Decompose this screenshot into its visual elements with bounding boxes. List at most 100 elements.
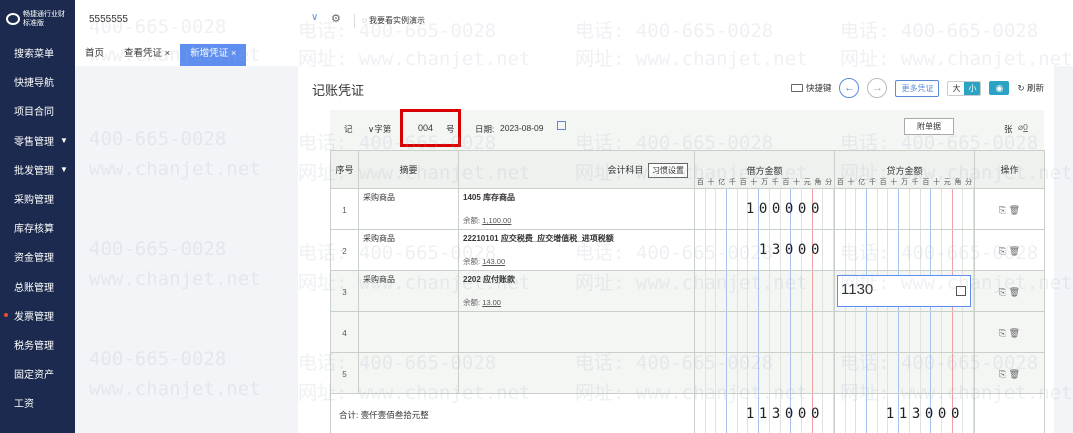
delete-icon[interactable]: 🗑 [1009,205,1020,215]
company-name[interactable]: 5555555 [89,14,128,25]
tab-home[interactable]: 首页 [75,44,114,66]
sidebar-item-funds[interactable]: 资金管理 [0,242,75,271]
voucher-number-input[interactable]: 004 [418,123,433,133]
tab-bar: 首页 查看凭证 × 新增凭证 × [75,42,1073,66]
attachment-count-value: 0 [1023,122,1028,132]
account-balance: 余额: 1,100.00 [463,216,512,225]
row-debit[interactable] [694,270,835,312]
sidebar-item-retail[interactable]: 零售管理 ▼ [0,126,75,155]
row-summary[interactable]: 采购商品 [358,229,459,271]
attachment-button[interactable]: 附单据 [904,118,954,135]
table-row: 3 采购商品 2202 应付账款 余额: 13.00 1130 ⎘ 🗑 [330,270,1045,312]
copy-icon[interactable]: ⎘ [999,369,1006,379]
table-row: 2 采购商品 22210101 应交税费_应交增值税_进项税额 余额: 143.0… [330,229,1045,271]
sidebar-item-label: 零售管理 [14,136,54,148]
row-credit[interactable] [834,188,975,230]
settings-icon[interactable]: ⚙ [331,12,341,25]
tab-view-voucher[interactable]: 查看凭证 × [114,44,180,66]
sidebar-item-label: 资金管理 [14,253,54,265]
voucher-meta: 记 ∨字第 004 号 日期: 2023-08-09 附单据 张 ⌀0 [330,109,1044,150]
row-ops: ⎘ 🗑 [974,270,1045,312]
row-seq: 1 [330,188,359,230]
row-credit[interactable]: 1130 [834,270,975,312]
col-ops: 操作 [974,150,1045,189]
sidebar-item-payroll[interactable]: 工资 [0,388,75,417]
row-credit[interactable] [834,229,975,271]
row-credit[interactable] [834,352,975,394]
table-row: 5 ⎘ 🗑 [330,352,1045,394]
sidebar-item-wholesale[interactable]: 批发管理 ▼ [0,155,75,184]
row-debit[interactable] [694,352,835,394]
refresh-button[interactable]: ↻ 刷新 [1017,82,1044,94]
row-account[interactable]: 1405 库存商品 余额: 1,100.00 [458,188,695,230]
next-voucher-button[interactable]: → [867,78,888,98]
total-ops [974,393,1045,433]
col-account-label: 会计科目 [607,165,644,175]
row-account[interactable]: 2202 应付账款 余额: 13.00 [458,270,695,312]
sidebar-item-project-contract[interactable]: 项目合同 [0,96,75,125]
sidebar-item-tax[interactable]: 税务管理 [0,330,75,359]
delete-icon[interactable]: 🗑 [1009,246,1020,256]
account-balance: 余额: 13.00 [463,298,501,307]
eye-icon[interactable]: ◉ [989,81,1010,95]
sidebar-item-ledger[interactable]: 总账管理 [0,272,75,301]
attachment-count[interactable]: ⌀0 [1018,122,1028,133]
row-debit[interactable] [694,311,835,353]
row-ops: ⎘ 🗑 [974,311,1045,353]
date-input[interactable]: 2023-08-09 [500,123,543,133]
more-vouchers-button[interactable]: 更多凭证 [895,79,940,97]
delete-icon[interactable]: 🗑 [1009,369,1020,379]
sidebar-item-label: 批发管理 [14,165,54,177]
habit-settings-button[interactable]: 习惯设置 [648,163,688,178]
demo-link[interactable]: ◌ 我要看实例演示 [362,15,425,26]
size-big-option[interactable]: 大 [948,82,964,95]
voucher-word-select[interactable]: ∨字第 [368,123,391,135]
row-debit[interactable]: 13000 [694,229,835,271]
watermark: www.chanjet.net [89,158,261,180]
app-logo: 畅捷通行业财 标准版 [0,0,75,38]
row-summary[interactable] [358,352,459,394]
row-debit[interactable]: 100000 [694,188,835,230]
delete-icon[interactable]: 🗑 [1009,287,1020,297]
delete-icon[interactable]: 🗑 [1009,328,1020,338]
copy-icon[interactable]: ⎘ [999,328,1006,338]
credit-amount-input[interactable]: 1130 [837,275,971,307]
voucher-table: 序号 摘要 会计科目 习惯设置 借方金额 百十亿千百十万千百十元角分 贷方金额 [330,150,1045,433]
row-seq: 4 [330,311,359,353]
copy-icon[interactable]: ⎘ [999,205,1006,215]
calendar-icon[interactable] [557,121,566,130]
row-account[interactable]: 22210101 应交税费_应交增值税_进项税额 余额: 143.00 [458,229,695,271]
sidebar-item-purchase[interactable]: 采购管理 [0,184,75,213]
size-small-option[interactable]: 小 [964,81,981,95]
sidebar: 畅捷通行业财 标准版 搜索菜单 快捷导航 项目合同 零售管理 ▼ 批发管理 ▼ 采购… [0,0,75,433]
sidebar-item-search[interactable]: 搜索菜单 [0,38,75,67]
row-credit[interactable] [834,311,975,353]
row-account[interactable] [458,311,695,353]
watermark: 400-665-0028 [89,238,227,260]
account-code: 1405 库存商品 [463,193,516,202]
chevron-down-icon[interactable]: ∨ [311,12,318,23]
row-seq: 2 [330,229,359,271]
sidebar-item-fixed-assets[interactable]: 固定资产 [0,359,75,388]
caret-down-icon: ▼ [60,164,68,174]
row-ops: ⎘ 🗑 [974,352,1045,394]
row-summary[interactable] [358,311,459,353]
calculator-icon[interactable] [956,286,966,296]
debit-value: 100000 [745,201,824,217]
demo-label: 我要看实例演示 [368,16,425,25]
shortcut-button[interactable]: 快捷键 [790,82,831,94]
row-summary[interactable]: 采购商品 [358,188,459,230]
sidebar-item-label: 工资 [14,399,34,411]
sidebar-item-inventory[interactable]: 库存核算 [0,213,75,242]
date-label: 日期: [475,124,495,134]
copy-icon[interactable]: ⎘ [999,246,1006,256]
logo-line1: 畅捷通行业财 [23,11,65,18]
sidebar-item-quick-nav[interactable]: 快捷导航 [0,67,75,96]
sidebar-item-invoice[interactable]: 发票管理 [0,301,75,330]
row-account[interactable] [458,352,695,394]
tab-new-voucher[interactable]: 新增凭证 × [180,44,247,66]
row-summary[interactable]: 采购商品 [358,270,459,312]
prev-voucher-button[interactable]: ← [839,78,860,98]
copy-icon[interactable]: ⎘ [999,287,1006,297]
logo-icon [6,13,20,25]
